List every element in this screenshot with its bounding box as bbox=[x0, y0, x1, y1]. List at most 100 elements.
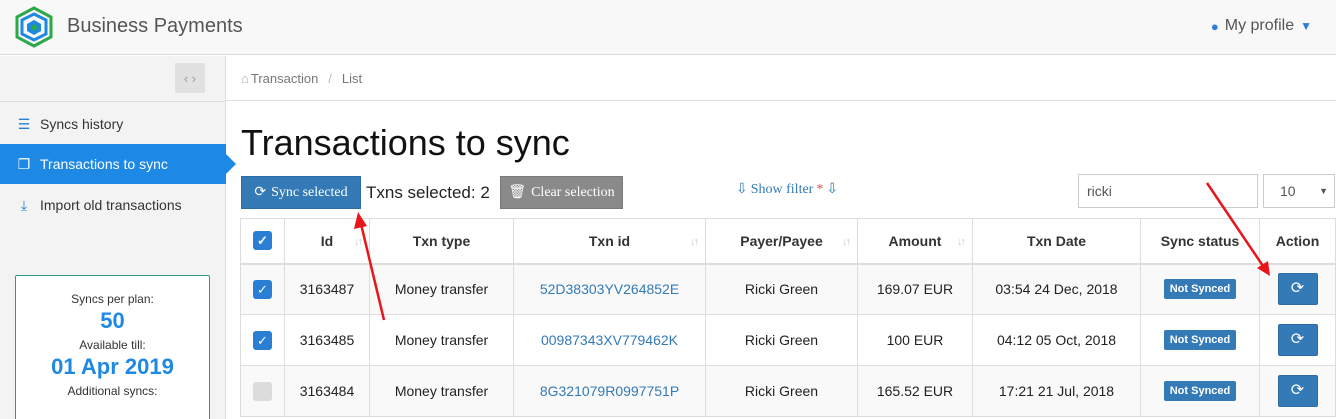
list-icon: ☰ bbox=[17, 115, 31, 132]
sync-row-button[interactable]: ⟳ bbox=[1277, 375, 1318, 407]
clear-selection-label: Clear selection bbox=[531, 184, 615, 200]
show-filter-label: Show filter bbox=[750, 181, 814, 197]
breadcrumb: ⌂ Transaction / List bbox=[226, 56, 1336, 101]
cell-txn-type: Money transfer bbox=[369, 314, 514, 366]
show-filter-link[interactable]: ⇩ Show filter * ⇩ bbox=[736, 181, 838, 198]
refresh-icon: ⟳ bbox=[254, 185, 267, 200]
cell-status: Not Synced bbox=[1140, 365, 1260, 417]
profile-menu[interactable]: ● My profile ▼ bbox=[1211, 17, 1312, 35]
sidebar-item-label: Syncs history bbox=[40, 116, 124, 132]
arrow-down-icon: ⇩ bbox=[826, 182, 839, 197]
sidebar-item-label: Transactions to sync bbox=[40, 156, 168, 172]
cell-txn-type: Money transfer bbox=[369, 365, 514, 417]
status-badge: Not Synced bbox=[1163, 330, 1237, 350]
user-icon: ● bbox=[1210, 18, 1219, 34]
refresh-icon: ⟳ bbox=[1290, 331, 1305, 348]
sidebar-item-import-old-transactions[interactable]: ⤓ Import old transactions bbox=[0, 185, 226, 225]
column-header-payer-payee[interactable]: Payer/Payee ↓↑ bbox=[705, 218, 858, 265]
profile-label: My profile bbox=[1224, 17, 1295, 34]
breadcrumb-separator: / bbox=[328, 70, 332, 86]
top-header: Business Payments ● My profile ▼ bbox=[0, 0, 1336, 55]
cell-date: 17:21 21 Jul, 2018 bbox=[972, 365, 1141, 417]
column-header-txn-id[interactable]: Txn id ↓↑ bbox=[513, 218, 706, 265]
sidebar-item-syncs-history[interactable]: ☰ Syncs history bbox=[0, 104, 226, 144]
cell-id: 3163484 bbox=[284, 365, 370, 417]
caret-down-icon: ▼ bbox=[1319, 186, 1328, 196]
column-header-id[interactable]: Id ↓↑ bbox=[284, 218, 370, 265]
refresh-icon: ⟳ bbox=[1290, 382, 1305, 399]
cell-amount: 169.07 EUR bbox=[857, 263, 973, 315]
download-icon: ⤓ bbox=[20, 196, 28, 213]
page-size-value: 10 bbox=[1280, 183, 1296, 199]
cell-id: 3163485 bbox=[284, 314, 370, 366]
cell-txn-type: Money transfer bbox=[369, 263, 514, 315]
available-till-value: 01 Apr 2019 bbox=[51, 354, 174, 379]
sidebar-divider bbox=[0, 101, 226, 102]
sidebar: ‹ › ☰ Syncs history ❐ Transactions to sy… bbox=[0, 56, 236, 419]
hexagon-logo-icon[interactable] bbox=[14, 6, 54, 48]
column-header-sync-status: Sync status bbox=[1140, 218, 1260, 265]
sort-icon[interactable]: ↓↑ bbox=[354, 236, 363, 248]
row-select-cell bbox=[240, 365, 285, 417]
table-row: 3163484 Money transfer 8G321079R0997751P… bbox=[240, 365, 1336, 417]
column-header-amount[interactable]: Amount ↓↑ bbox=[857, 218, 973, 265]
row-select-cell: ✓ bbox=[240, 314, 285, 366]
search-input[interactable] bbox=[1078, 174, 1258, 208]
row-select-cell: ✓ bbox=[240, 263, 285, 315]
app-title[interactable]: Business Payments bbox=[67, 15, 243, 38]
cell-status: Not Synced bbox=[1140, 314, 1260, 366]
arrow-down-icon: ⇩ bbox=[736, 182, 748, 197]
cell-amount: 165.52 EUR bbox=[857, 365, 973, 417]
home-icon[interactable]: ⌂ bbox=[241, 71, 249, 86]
cell-amount: 100 EUR bbox=[857, 314, 973, 366]
sort-icon[interactable]: ↓↑ bbox=[690, 236, 699, 248]
sync-selected-button[interactable]: ⟳ Sync selected bbox=[241, 176, 361, 209]
transactions-table: ✓ Id ↓↑ Txn type Txn id ↓↑ Payer/Payee ↓… bbox=[240, 218, 1336, 417]
txn-id-link[interactable]: 8G321079R0997751P bbox=[540, 383, 679, 399]
filter-active-marker: * bbox=[816, 181, 824, 197]
breadcrumb-item-transaction[interactable]: Transaction bbox=[251, 71, 318, 86]
breadcrumb-item-list: List bbox=[341, 70, 363, 86]
sidebar-item-transactions-to-sync[interactable]: ❐ Transactions to sync bbox=[0, 144, 236, 184]
cell-payer: Ricki Green bbox=[705, 365, 858, 417]
status-badge: Not Synced bbox=[1163, 279, 1237, 300]
txn-id-link[interactable]: 00987343XV779462K bbox=[541, 332, 678, 348]
column-header-txn-date: Txn Date bbox=[972, 218, 1141, 265]
table-row: ✓ 3163487 Money transfer 52D38303YV26485… bbox=[240, 263, 1336, 315]
page-size-select[interactable]: 10 ▼ bbox=[1263, 174, 1335, 208]
refresh-icon: ⟳ bbox=[1290, 280, 1305, 298]
trash-icon: 🗑 bbox=[508, 185, 527, 200]
cell-status: Not Synced bbox=[1140, 263, 1260, 315]
syncs-per-plan-value: 50 bbox=[100, 308, 125, 333]
txns-selected-count: Txns selected: 2 bbox=[366, 183, 490, 202]
page-title: Transactions to sync bbox=[241, 122, 570, 163]
row-checkbox[interactable]: ✓ bbox=[253, 279, 272, 299]
syncs-per-plan-label: Syncs per plan: bbox=[71, 292, 154, 306]
row-checkbox[interactable]: ✓ bbox=[253, 330, 272, 350]
column-header-action: Action bbox=[1259, 218, 1336, 265]
txn-id-link[interactable]: 52D38303YV264852E bbox=[540, 281, 679, 297]
sort-icon[interactable]: ↓↑ bbox=[842, 236, 851, 248]
chevron-down-icon: ▼ bbox=[1300, 19, 1312, 33]
table-row: ✓ 3163485 Money transfer 00987343XV77946… bbox=[240, 314, 1336, 366]
select-all-header: ✓ bbox=[240, 218, 285, 265]
cell-payer: Ricki Green bbox=[705, 263, 858, 315]
sync-row-button[interactable]: ⟳ bbox=[1277, 324, 1318, 356]
sidebar-collapse-button[interactable]: ‹ › bbox=[175, 63, 205, 93]
select-all-checkbox[interactable]: ✓ bbox=[253, 231, 272, 251]
cell-date: 04:12 05 Oct, 2018 bbox=[972, 314, 1141, 366]
status-badge: Not Synced bbox=[1163, 381, 1237, 401]
sync-selected-label: Sync selected bbox=[271, 184, 348, 200]
cell-date: 03:54 24 Dec, 2018 bbox=[972, 263, 1141, 315]
sidebar-item-label: Import old transactions bbox=[40, 197, 182, 213]
cell-txn-id: 8G321079R0997751P bbox=[513, 365, 706, 417]
cell-id: 3163487 bbox=[284, 263, 370, 315]
row-checkbox[interactable] bbox=[253, 381, 272, 401]
sort-icon[interactable]: ↓↑ bbox=[957, 236, 966, 248]
clear-selection-button[interactable]: 🗑 Clear selection bbox=[500, 176, 623, 209]
cell-action: ⟳ bbox=[1259, 263, 1336, 315]
additional-syncs-label: Additional syncs: bbox=[67, 384, 158, 398]
sync-row-button[interactable]: ⟳ bbox=[1277, 273, 1318, 306]
cell-txn-id: 52D38303YV264852E bbox=[513, 263, 706, 315]
cell-action: ⟳ bbox=[1259, 314, 1336, 366]
